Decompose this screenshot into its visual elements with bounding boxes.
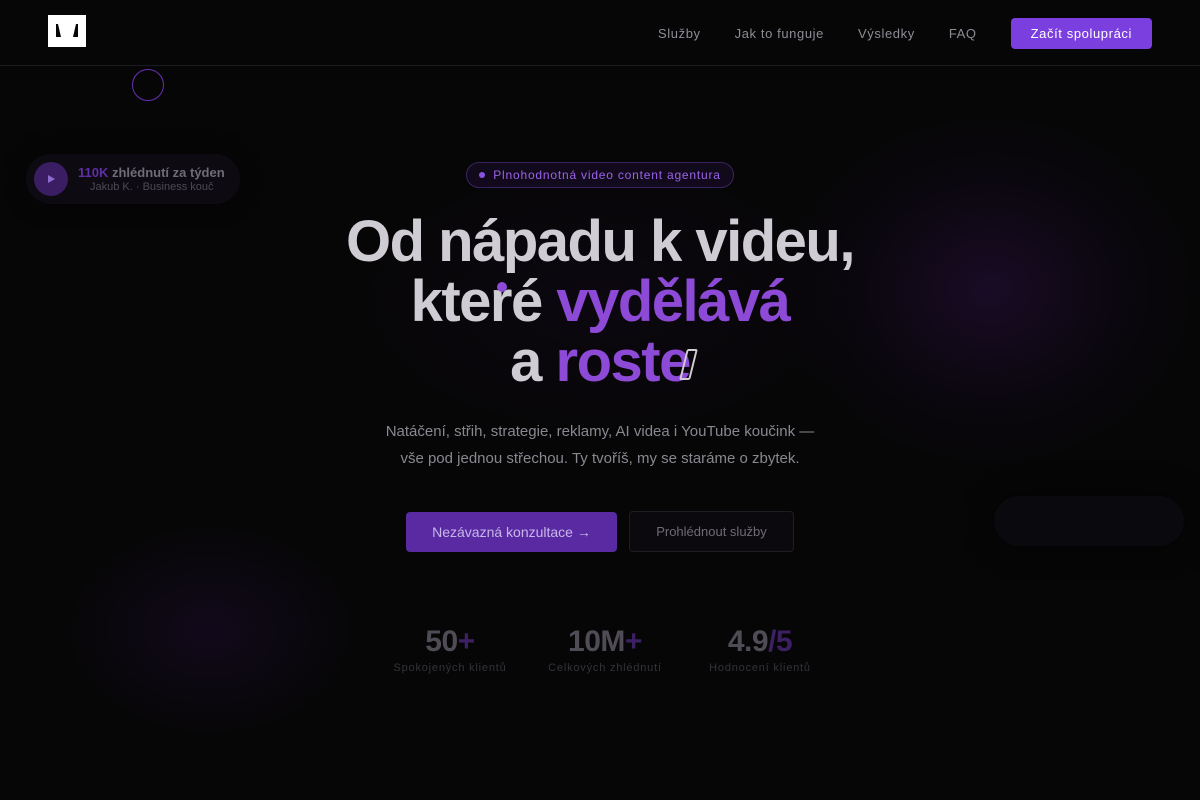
- landing-page: Služby Jak to funguje Výsledky FAQ Začít…: [0, 0, 1200, 800]
- floating-card-subtitle: Jakub K. · Business kouč: [90, 181, 214, 193]
- nav-link-sluzby[interactable]: Služby: [658, 26, 701, 41]
- hero-headline: Od nápadu k videu, které vydělává a rost…: [200, 212, 1000, 392]
- stat-suffix: /5: [768, 625, 793, 658]
- logo-mark-icon: [56, 24, 78, 37]
- main-nav: Služby Jak to funguje Výsledky FAQ Začít…: [624, 18, 1152, 49]
- nav-link-vysledky[interactable]: Výsledky: [858, 26, 915, 41]
- floating-card-title: 110K zhlédnutí za týden: [78, 165, 225, 180]
- subtitle-line-1: Natáčení, střih, strategie, reklamy, AI …: [385, 423, 815, 440]
- headline-line-3: a roste: [200, 332, 1000, 392]
- badge-text: Plnohodnotná video content agentura: [493, 168, 721, 182]
- nav-link-faq[interactable]: FAQ: [949, 26, 977, 41]
- cursor-dot-icon: [497, 282, 507, 292]
- stat-clients: 50+ Spokojených klientů: [375, 624, 525, 674]
- headline-line-3-plain: a: [510, 329, 556, 394]
- stat-suffix: +: [624, 625, 643, 658]
- stat-number: 4.9: [727, 625, 769, 658]
- nav-link-jak-to-funguje[interactable]: Jak to funguje: [735, 26, 824, 41]
- browse-services-button[interactable]: Prohlédnout služby: [629, 511, 794, 552]
- stats-row: 50+ Spokojených klientů 10M+ Celkových z…: [380, 624, 820, 684]
- floating-views-card: 110K zhlédnutí za týden Jakub K. · Busin…: [26, 154, 240, 204]
- stat-label: Celkových zhlédnutí: [548, 662, 662, 674]
- agency-badge: Plnohodnotná video content agentura: [466, 162, 734, 188]
- subtitle-line-2: vše pod jednou střechou. Ty tvoříš, my s…: [400, 450, 800, 467]
- headline-line-2: které vydělává: [200, 272, 1000, 332]
- headline-line-1: Od nápadu k videu,: [346, 209, 855, 274]
- views-label: zhlédnutí za týden: [108, 165, 225, 180]
- stat-value: 4.9/5: [685, 624, 835, 660]
- headline-line-3-accent: roste: [555, 329, 692, 394]
- badge-dot-icon: [479, 172, 486, 178]
- hero-subtitle: Natáčení, střih, strategie, reklamy, AI …: [300, 418, 900, 472]
- stat-rating: 4.9/5 Hodnocení klientů: [685, 624, 835, 674]
- decorative-ring: [132, 69, 164, 101]
- play-icon: [34, 162, 68, 196]
- site-header: Služby Jak to funguje Výsledky FAQ Začít…: [0, 0, 1200, 66]
- headline-line-2-plain: které: [410, 269, 557, 334]
- stat-suffix: +: [457, 625, 476, 658]
- headline-line-2-accent: vydělává: [556, 269, 791, 334]
- stat-views: 10M+ Celkových zhlédnutí: [530, 624, 680, 674]
- views-count: 110K: [78, 165, 109, 180]
- stat-value: 10M+: [530, 624, 680, 660]
- background-glow-left: [60, 520, 360, 740]
- stat-number: 10M: [568, 625, 625, 658]
- stat-value: 50+: [375, 624, 525, 660]
- free-consultation-button[interactable]: Nezávazná konzultace →: [406, 512, 617, 552]
- logo[interactable]: [48, 15, 86, 47]
- stat-label: Spokojených klientů: [393, 662, 507, 674]
- stat-label: Hodnocení klientů: [709, 662, 811, 674]
- start-cooperation-button[interactable]: Začít spolupráci: [1010, 18, 1152, 49]
- stat-number: 50: [425, 625, 458, 658]
- floating-card-faded: [994, 496, 1184, 546]
